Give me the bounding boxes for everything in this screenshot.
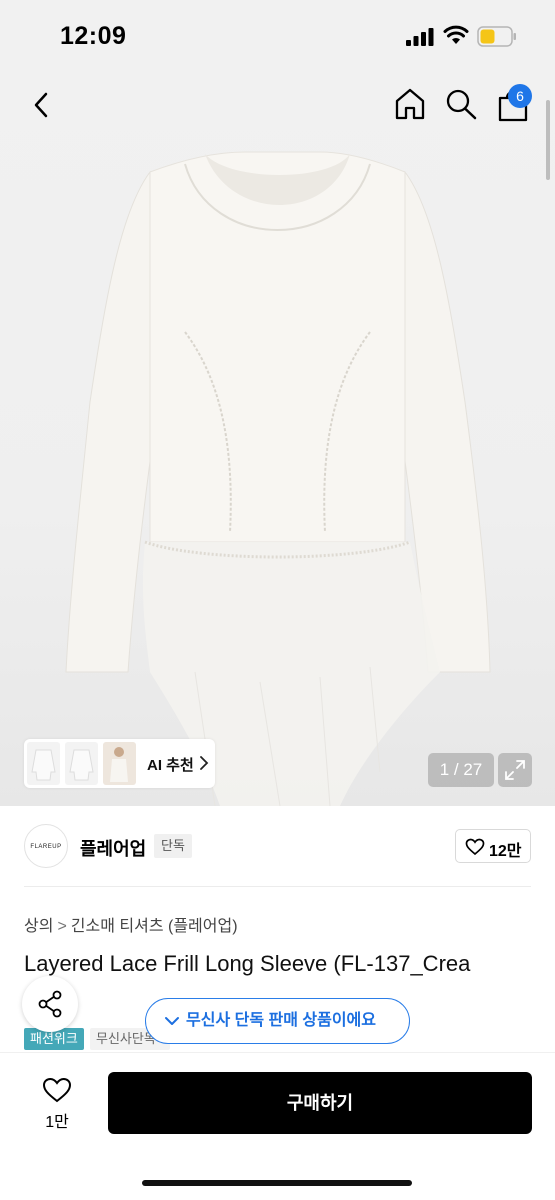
product-image-gallery[interactable] bbox=[0, 72, 555, 806]
brand-name[interactable]: 플레어업 bbox=[80, 835, 146, 861]
product-photo bbox=[65, 151, 491, 806]
ai-recommend-strip[interactable]: AI 추천 bbox=[24, 739, 215, 788]
thumbnail-back[interactable] bbox=[65, 742, 98, 785]
buy-button[interactable]: 구매하기 bbox=[108, 1072, 532, 1134]
breadcrumb-subcategory[interactable]: 긴소매 티셔츠 (플레어업) bbox=[71, 918, 238, 935]
brand-like-count: 12만 bbox=[489, 843, 522, 860]
product-like-count: 1만 bbox=[45, 1114, 69, 1131]
battery-icon bbox=[477, 26, 516, 47]
cellular-signal-icon bbox=[406, 28, 434, 46]
breadcrumb-category[interactable]: 상의 bbox=[24, 918, 53, 935]
divider bbox=[24, 886, 531, 887]
chevron-right-icon: > bbox=[57, 918, 67, 935]
wifi-icon bbox=[443, 25, 469, 44]
status-time: 12:09 bbox=[60, 22, 127, 50]
image-page-counter: 1 / 27 bbox=[428, 753, 494, 787]
toast-message: 무신사 단독 판매 상품이에요 bbox=[186, 1012, 376, 1029]
cart-count-badge: 6 bbox=[508, 84, 532, 108]
thumbnail-model[interactable] bbox=[103, 742, 136, 785]
expand-image-button[interactable] bbox=[498, 753, 532, 787]
home-icon[interactable] bbox=[392, 86, 428, 122]
ai-recommend-label[interactable]: AI 추천 bbox=[147, 754, 194, 775]
scroll-indicator bbox=[546, 100, 550, 180]
share-icon bbox=[38, 990, 62, 1018]
heart-icon bbox=[465, 838, 485, 856]
exclusive-toast[interactable]: 무신사 단독 판매 상품이에요 bbox=[145, 998, 410, 1044]
product-like-button[interactable]: 1만 bbox=[36, 1074, 78, 1132]
status-bar: 12:09 bbox=[0, 0, 555, 72]
search-icon[interactable] bbox=[444, 86, 478, 122]
exclusive-badge: 단독 bbox=[154, 834, 192, 858]
heart-icon bbox=[42, 1077, 72, 1103]
brand-like-button[interactable]: 12만 bbox=[455, 829, 531, 863]
chevron-down-icon bbox=[165, 1017, 179, 1025]
breadcrumb: 상의 > 긴소매 티셔츠 (플레어업) bbox=[24, 912, 238, 936]
share-button[interactable] bbox=[22, 976, 78, 1032]
brand-logo[interactable]: FLAREUP bbox=[24, 824, 68, 868]
back-arrow-icon[interactable] bbox=[24, 86, 58, 124]
expand-icon bbox=[505, 760, 525, 780]
thumbnail-front[interactable] bbox=[27, 742, 60, 785]
home-indicator bbox=[142, 1180, 412, 1186]
chevron-right-icon bbox=[200, 756, 209, 770]
product-title: Layered Lace Frill Long Sleeve (FL-137_C… bbox=[24, 951, 471, 976]
